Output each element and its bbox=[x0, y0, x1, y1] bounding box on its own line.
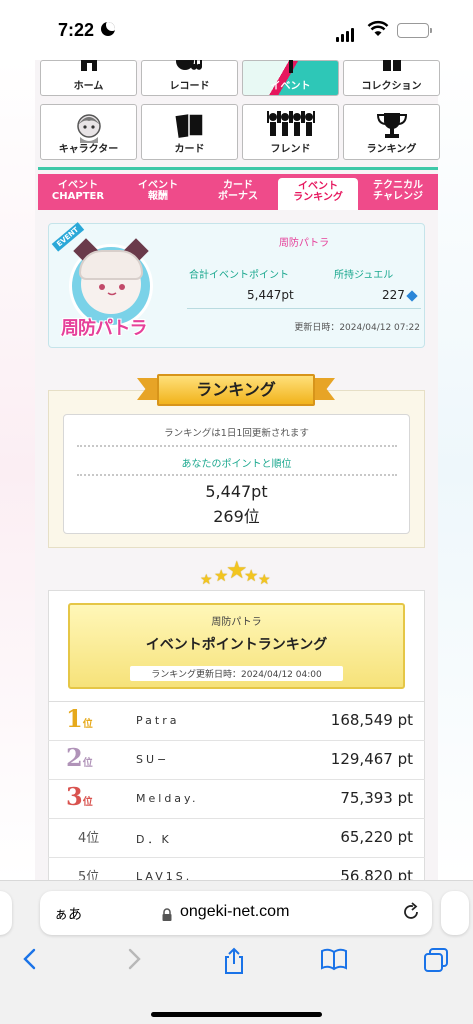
my-points-label: あなたのポイントと順位 bbox=[181, 459, 292, 470]
event-character-avatar: EVENT 周防パトラ bbox=[51, 222, 167, 342]
browser-toolbar: ぁあ ongeki-net.com bbox=[0, 880, 473, 1024]
bookmarks-icon[interactable] bbox=[320, 947, 348, 977]
ranking-update-note: ランキングは1日1回更新されます bbox=[164, 428, 309, 439]
tab-event-ranking[interactable]: イベント ランキング bbox=[278, 178, 358, 210]
menu-friend-button[interactable]: フレンド bbox=[242, 104, 339, 160]
tab-card-bonus[interactable]: カード ボーナス bbox=[198, 174, 278, 210]
player-name: SU− bbox=[136, 753, 170, 766]
home-icon bbox=[78, 60, 100, 77]
status-bar: 7:22 bbox=[0, 0, 473, 60]
profile-updated-time: 更新日時：2024/04/12 07:22 bbox=[294, 323, 420, 333]
ranking-banner: ランキング bbox=[137, 372, 335, 408]
jewel-label: 所持ジュエル bbox=[334, 270, 394, 281]
event-tabs: イベント CHAPTER イベント 報酬 カード ボーナス イベント ランキング テクニ… bbox=[38, 174, 438, 210]
wifi-icon bbox=[367, 20, 389, 42]
jewel-value: 227 bbox=[382, 288, 405, 302]
rank-5-label: 5位 bbox=[78, 870, 100, 880]
rank-4-label: 4位 bbox=[78, 831, 100, 846]
leaderboard-header: 周防パトラ イベントポイントランキング ランキング更新日時：2024/04/12… bbox=[68, 603, 405, 689]
lock-icon bbox=[162, 906, 172, 921]
battery-icon bbox=[397, 23, 432, 38]
status-time: 7:22 bbox=[58, 20, 95, 40]
menu-collection-button[interactable]: コレクション bbox=[343, 60, 440, 96]
player-name: D．K bbox=[136, 833, 172, 846]
leaderboard-row: 1位 Patra 168,549 pt bbox=[48, 702, 425, 741]
home-indicator bbox=[151, 1012, 322, 1017]
menu-card-button[interactable]: カード bbox=[141, 104, 238, 160]
player-name: Melday. bbox=[136, 792, 199, 805]
web-page[interactable]: ホーム レコード イベント コレクション キャラクター カード フレンド ランキ… bbox=[0, 60, 473, 880]
my-points: 5,447pt bbox=[205, 482, 268, 501]
leaderboard-row: 5位 LAV1S. 56,820 pt bbox=[48, 858, 425, 880]
event-profile-card: EVENT 周防パトラ 周防パトラ 合計イベントポイント 所持ジュエル 5,44… bbox=[48, 222, 425, 348]
my-ranking-box: ランキングは1日1回更新されます あなたのポイントと順位 5,447pt 269… bbox=[63, 414, 410, 534]
forward-button[interactable] bbox=[126, 947, 142, 977]
share-icon[interactable] bbox=[222, 947, 246, 981]
event-logo: 周防パトラ bbox=[61, 318, 148, 339]
stars-decoration: ★ ★ ★ ★ ★ bbox=[200, 556, 271, 588]
jewel-icon bbox=[406, 290, 418, 302]
player-name: Patra bbox=[136, 714, 180, 727]
rank-3-badge: 3位 bbox=[66, 782, 93, 811]
leaderboard-updated-time: ランキング更新日時：2024/04/12 04:00 bbox=[130, 666, 343, 681]
player-score: 65,220 pt bbox=[340, 828, 413, 846]
tab-event-chapter[interactable]: イベント CHAPTER bbox=[38, 174, 118, 210]
rank-1-badge: 1位 bbox=[66, 704, 93, 733]
menu-home-button[interactable]: ホーム bbox=[40, 60, 137, 96]
leaderboard-row: 4位 D．K 65,220 pt bbox=[48, 819, 425, 858]
player-score: 129,467 pt bbox=[330, 750, 413, 768]
tabs-icon[interactable] bbox=[423, 947, 449, 979]
music-record-icon bbox=[175, 60, 205, 77]
collection-book-icon bbox=[381, 60, 403, 77]
tab-technical-challenge[interactable]: テクニカル チャレンジ bbox=[358, 174, 438, 210]
leaderboard-event-name: 周防パトラ bbox=[211, 617, 262, 628]
menu-ranking-button[interactable]: ランキング bbox=[343, 104, 440, 160]
cellular-signal-icon bbox=[336, 23, 356, 42]
my-rank: 269位 bbox=[213, 507, 260, 526]
total-points-label: 合計イベントポイント bbox=[189, 270, 289, 281]
total-points-value: 5,447pt bbox=[247, 288, 294, 302]
tab-event-reward[interactable]: イベント 報酬 bbox=[118, 174, 198, 210]
player-score: 168,549 pt bbox=[330, 711, 413, 729]
next-tab-preview[interactable] bbox=[441, 891, 469, 935]
menu-character-button[interactable]: キャラクター bbox=[40, 104, 137, 160]
menu-event-button[interactable]: イベント bbox=[242, 60, 339, 96]
menu-record-button[interactable]: レコード bbox=[141, 60, 238, 96]
rank-2-badge: 2位 bbox=[66, 743, 93, 772]
address-bar[interactable]: ぁあ ongeki-net.com bbox=[40, 891, 432, 935]
leaderboard-title: イベントポイントランキング bbox=[145, 637, 328, 653]
player-score: 56,820 pt bbox=[340, 867, 413, 880]
main-menu-row-2: キャラクター カード フレンド ランキング bbox=[40, 104, 440, 160]
leaderboard-row: 3位 Melday. 75,393 pt bbox=[48, 780, 425, 819]
moon-icon bbox=[101, 22, 115, 36]
text-size-button[interactable]: ぁあ bbox=[54, 904, 82, 924]
divider-line bbox=[38, 167, 438, 170]
previous-tab-preview[interactable] bbox=[0, 891, 12, 935]
reload-icon[interactable] bbox=[402, 902, 420, 927]
player-score: 75,393 pt bbox=[340, 789, 413, 807]
leaderboard-row: 2位 SU− 129,467 pt bbox=[48, 741, 425, 780]
url-text[interactable]: ongeki-net.com bbox=[180, 903, 289, 921]
player-name: LAV1S. bbox=[136, 870, 193, 880]
back-button[interactable] bbox=[22, 947, 38, 977]
event-name: 周防パトラ bbox=[278, 238, 330, 249]
event-flag-icon bbox=[283, 60, 299, 77]
